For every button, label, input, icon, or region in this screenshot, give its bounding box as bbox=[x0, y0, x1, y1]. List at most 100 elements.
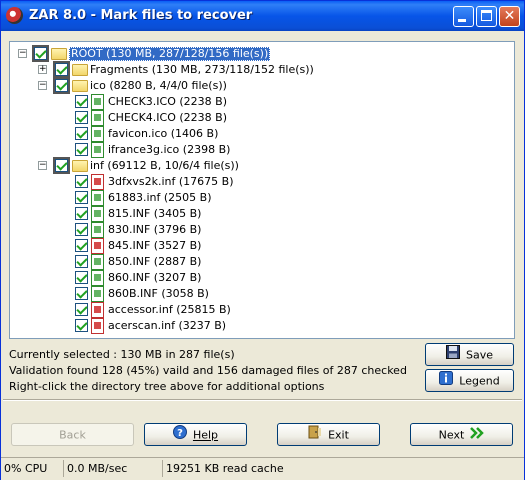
tree-node-inf[interactable]: − inf (69112 B, 10/6/4 file(s)) bbox=[10, 157, 514, 174]
file-label[interactable]: accessor.inf (25815 B) bbox=[106, 303, 233, 317]
tree-node-root[interactable]: − ROOT (130 MB, 287/128/156 file(s)) bbox=[10, 45, 514, 62]
tree-file-row[interactable]: CHECK4.ICO (2238 B) bbox=[10, 110, 514, 126]
minimize-button[interactable] bbox=[453, 6, 474, 27]
folder-icon bbox=[51, 48, 67, 60]
double-chevron-right-icon bbox=[470, 425, 485, 446]
read-cache: 19251 KB read cache bbox=[166, 462, 284, 475]
folder-icon bbox=[72, 64, 88, 76]
file-checkbox[interactable] bbox=[75, 287, 88, 300]
help-question-icon: ? bbox=[172, 424, 187, 446]
file-label[interactable]: 850.INF (2887 B) bbox=[106, 255, 203, 269]
damaged-file-icon bbox=[91, 174, 104, 190]
expand-toggle[interactable]: + bbox=[38, 65, 47, 74]
collapse-toggle[interactable]: − bbox=[38, 81, 47, 90]
file-label[interactable]: 860B.INF (3058 B) bbox=[106, 287, 211, 301]
tree-file-row[interactable]: ifrance3g.ico (2398 B) bbox=[10, 142, 514, 158]
recover-window: ZAR 8.0 - Mark files to recover ✕ − ROOT… bbox=[0, 0, 525, 480]
inf-checkbox[interactable] bbox=[53, 157, 70, 174]
tree-file-row[interactable]: favicon.ico (1406 B) bbox=[10, 126, 514, 142]
tree-node-label[interactable]: ROOT (130 MB, 287/128/156 file(s)) bbox=[69, 47, 271, 61]
ico-checkbox[interactable] bbox=[53, 77, 70, 94]
collapse-toggle[interactable]: − bbox=[18, 49, 27, 58]
close-button[interactable]: ✕ bbox=[499, 6, 520, 27]
separator bbox=[3, 399, 522, 401]
file-checkbox[interactable] bbox=[75, 239, 88, 252]
file-label[interactable]: 830.INF (3796 B) bbox=[106, 223, 203, 237]
valid-file-icon bbox=[91, 254, 104, 270]
tree-file-row[interactable]: acerscan.inf (3237 B) bbox=[10, 318, 514, 334]
zar-app-icon bbox=[6, 7, 23, 24]
tree-file-row[interactable]: 815.INF (3405 B) bbox=[10, 206, 514, 222]
tree-file-row[interactable]: 860B.INF (3058 B) bbox=[10, 286, 514, 302]
tree-file-row[interactable]: 830.INF (3796 B) bbox=[10, 222, 514, 238]
valid-file-icon bbox=[91, 126, 104, 142]
damaged-file-icon bbox=[91, 238, 104, 254]
damaged-file-icon bbox=[91, 302, 104, 318]
file-tree[interactable]: − ROOT (130 MB, 287/128/156 file(s)) + F… bbox=[9, 41, 515, 339]
fragments-checkbox[interactable] bbox=[53, 61, 70, 78]
file-checkbox[interactable] bbox=[75, 95, 88, 108]
tree-node-label[interactable]: Fragments (130 MB, 273/118/152 file(s)) bbox=[88, 63, 316, 77]
file-checkbox[interactable] bbox=[75, 255, 88, 268]
valid-file-icon bbox=[91, 270, 104, 286]
tree-file-row[interactable]: CHECK3.ICO (2238 B) bbox=[10, 94, 514, 110]
tree-file-row[interactable]: 860.INF (3207 B) bbox=[10, 270, 514, 286]
tree-hint: Right-click the directory tree above for… bbox=[9, 380, 325, 393]
file-label[interactable]: CHECK3.ICO (2238 B) bbox=[106, 95, 229, 109]
maximize-icon bbox=[481, 10, 492, 21]
valid-file-icon bbox=[91, 286, 104, 302]
file-label[interactable]: acerscan.inf (3237 B) bbox=[106, 319, 228, 333]
file-checkbox[interactable] bbox=[75, 303, 88, 316]
title-bar[interactable]: ZAR 8.0 - Mark files to recover ✕ bbox=[1, 1, 524, 31]
file-label[interactable]: 61883.inf (2505 B) bbox=[106, 191, 214, 205]
file-checkbox[interactable] bbox=[75, 223, 88, 236]
root-checkbox[interactable] bbox=[32, 45, 49, 62]
file-label[interactable]: favicon.ico (1406 B) bbox=[106, 127, 220, 141]
file-checkbox[interactable] bbox=[75, 207, 88, 220]
file-label[interactable]: 815.INF (3405 B) bbox=[106, 207, 203, 221]
help-button[interactable]: ? Help bbox=[144, 423, 247, 446]
status-bar: 0% CPU 0.0 MB/sec 19251 KB read cache bbox=[1, 457, 524, 480]
tree-node-label[interactable]: ico (8280 B, 4/4/0 file(s)) bbox=[88, 79, 229, 93]
file-label[interactable]: CHECK4.ICO (2238 B) bbox=[106, 111, 229, 125]
read-speed: 0.0 MB/sec bbox=[64, 460, 163, 477]
file-checkbox[interactable] bbox=[75, 143, 88, 156]
floppy-disk-icon bbox=[445, 344, 460, 366]
maximize-button[interactable] bbox=[476, 6, 497, 27]
exit-button[interactable]: Exit bbox=[277, 423, 380, 446]
file-checkbox[interactable] bbox=[75, 319, 88, 332]
tree-node-ico[interactable]: − ico (8280 B, 4/4/0 file(s)) bbox=[10, 77, 514, 94]
valid-file-icon bbox=[91, 190, 104, 206]
file-checkbox[interactable] bbox=[75, 271, 88, 284]
valid-file-icon bbox=[91, 206, 104, 222]
file-checkbox[interactable] bbox=[75, 175, 88, 188]
tree-node-fragments[interactable]: + Fragments (130 MB, 273/118/152 file(s)… bbox=[10, 61, 514, 78]
save-button[interactable]: Save bbox=[425, 343, 514, 366]
valid-file-icon bbox=[91, 94, 104, 110]
tree-file-row[interactable]: 850.INF (2887 B) bbox=[10, 254, 514, 270]
valid-file-icon bbox=[91, 110, 104, 126]
folder-icon bbox=[72, 160, 88, 172]
minimize-icon bbox=[458, 19, 466, 22]
back-button[interactable]: Back bbox=[11, 423, 134, 446]
tree-file-row[interactable]: accessor.inf (25815 B) bbox=[10, 302, 514, 318]
file-checkbox[interactable] bbox=[75, 127, 88, 140]
exit-door-icon bbox=[308, 425, 322, 446]
window-title: ZAR 8.0 - Mark files to recover bbox=[29, 8, 253, 23]
next-button[interactable]: Next bbox=[410, 423, 513, 446]
file-label[interactable]: 845.INF (3527 B) bbox=[106, 239, 203, 253]
tree-file-row[interactable]: 3dfxvs2k.inf (17675 B) bbox=[10, 174, 514, 190]
tree-node-label[interactable]: inf (69112 B, 10/6/4 file(s)) bbox=[88, 159, 241, 173]
file-checkbox[interactable] bbox=[75, 111, 88, 124]
cpu-usage: 0% CPU bbox=[1, 460, 64, 477]
legend-button[interactable]: Legend bbox=[425, 369, 514, 392]
selected-summary: Currently selected : 130 MB in 287 file(… bbox=[9, 348, 235, 361]
file-checkbox[interactable] bbox=[75, 191, 88, 204]
file-label[interactable]: 3dfxvs2k.inf (17675 B) bbox=[106, 175, 236, 189]
tree-file-row[interactable]: 845.INF (3527 B) bbox=[10, 238, 514, 254]
collapse-toggle[interactable]: − bbox=[38, 161, 47, 170]
close-icon: ✕ bbox=[503, 8, 516, 24]
file-label[interactable]: 860.INF (3207 B) bbox=[106, 271, 203, 285]
tree-file-row[interactable]: 61883.inf (2505 B) bbox=[10, 190, 514, 206]
file-label[interactable]: ifrance3g.ico (2398 B) bbox=[106, 143, 232, 157]
